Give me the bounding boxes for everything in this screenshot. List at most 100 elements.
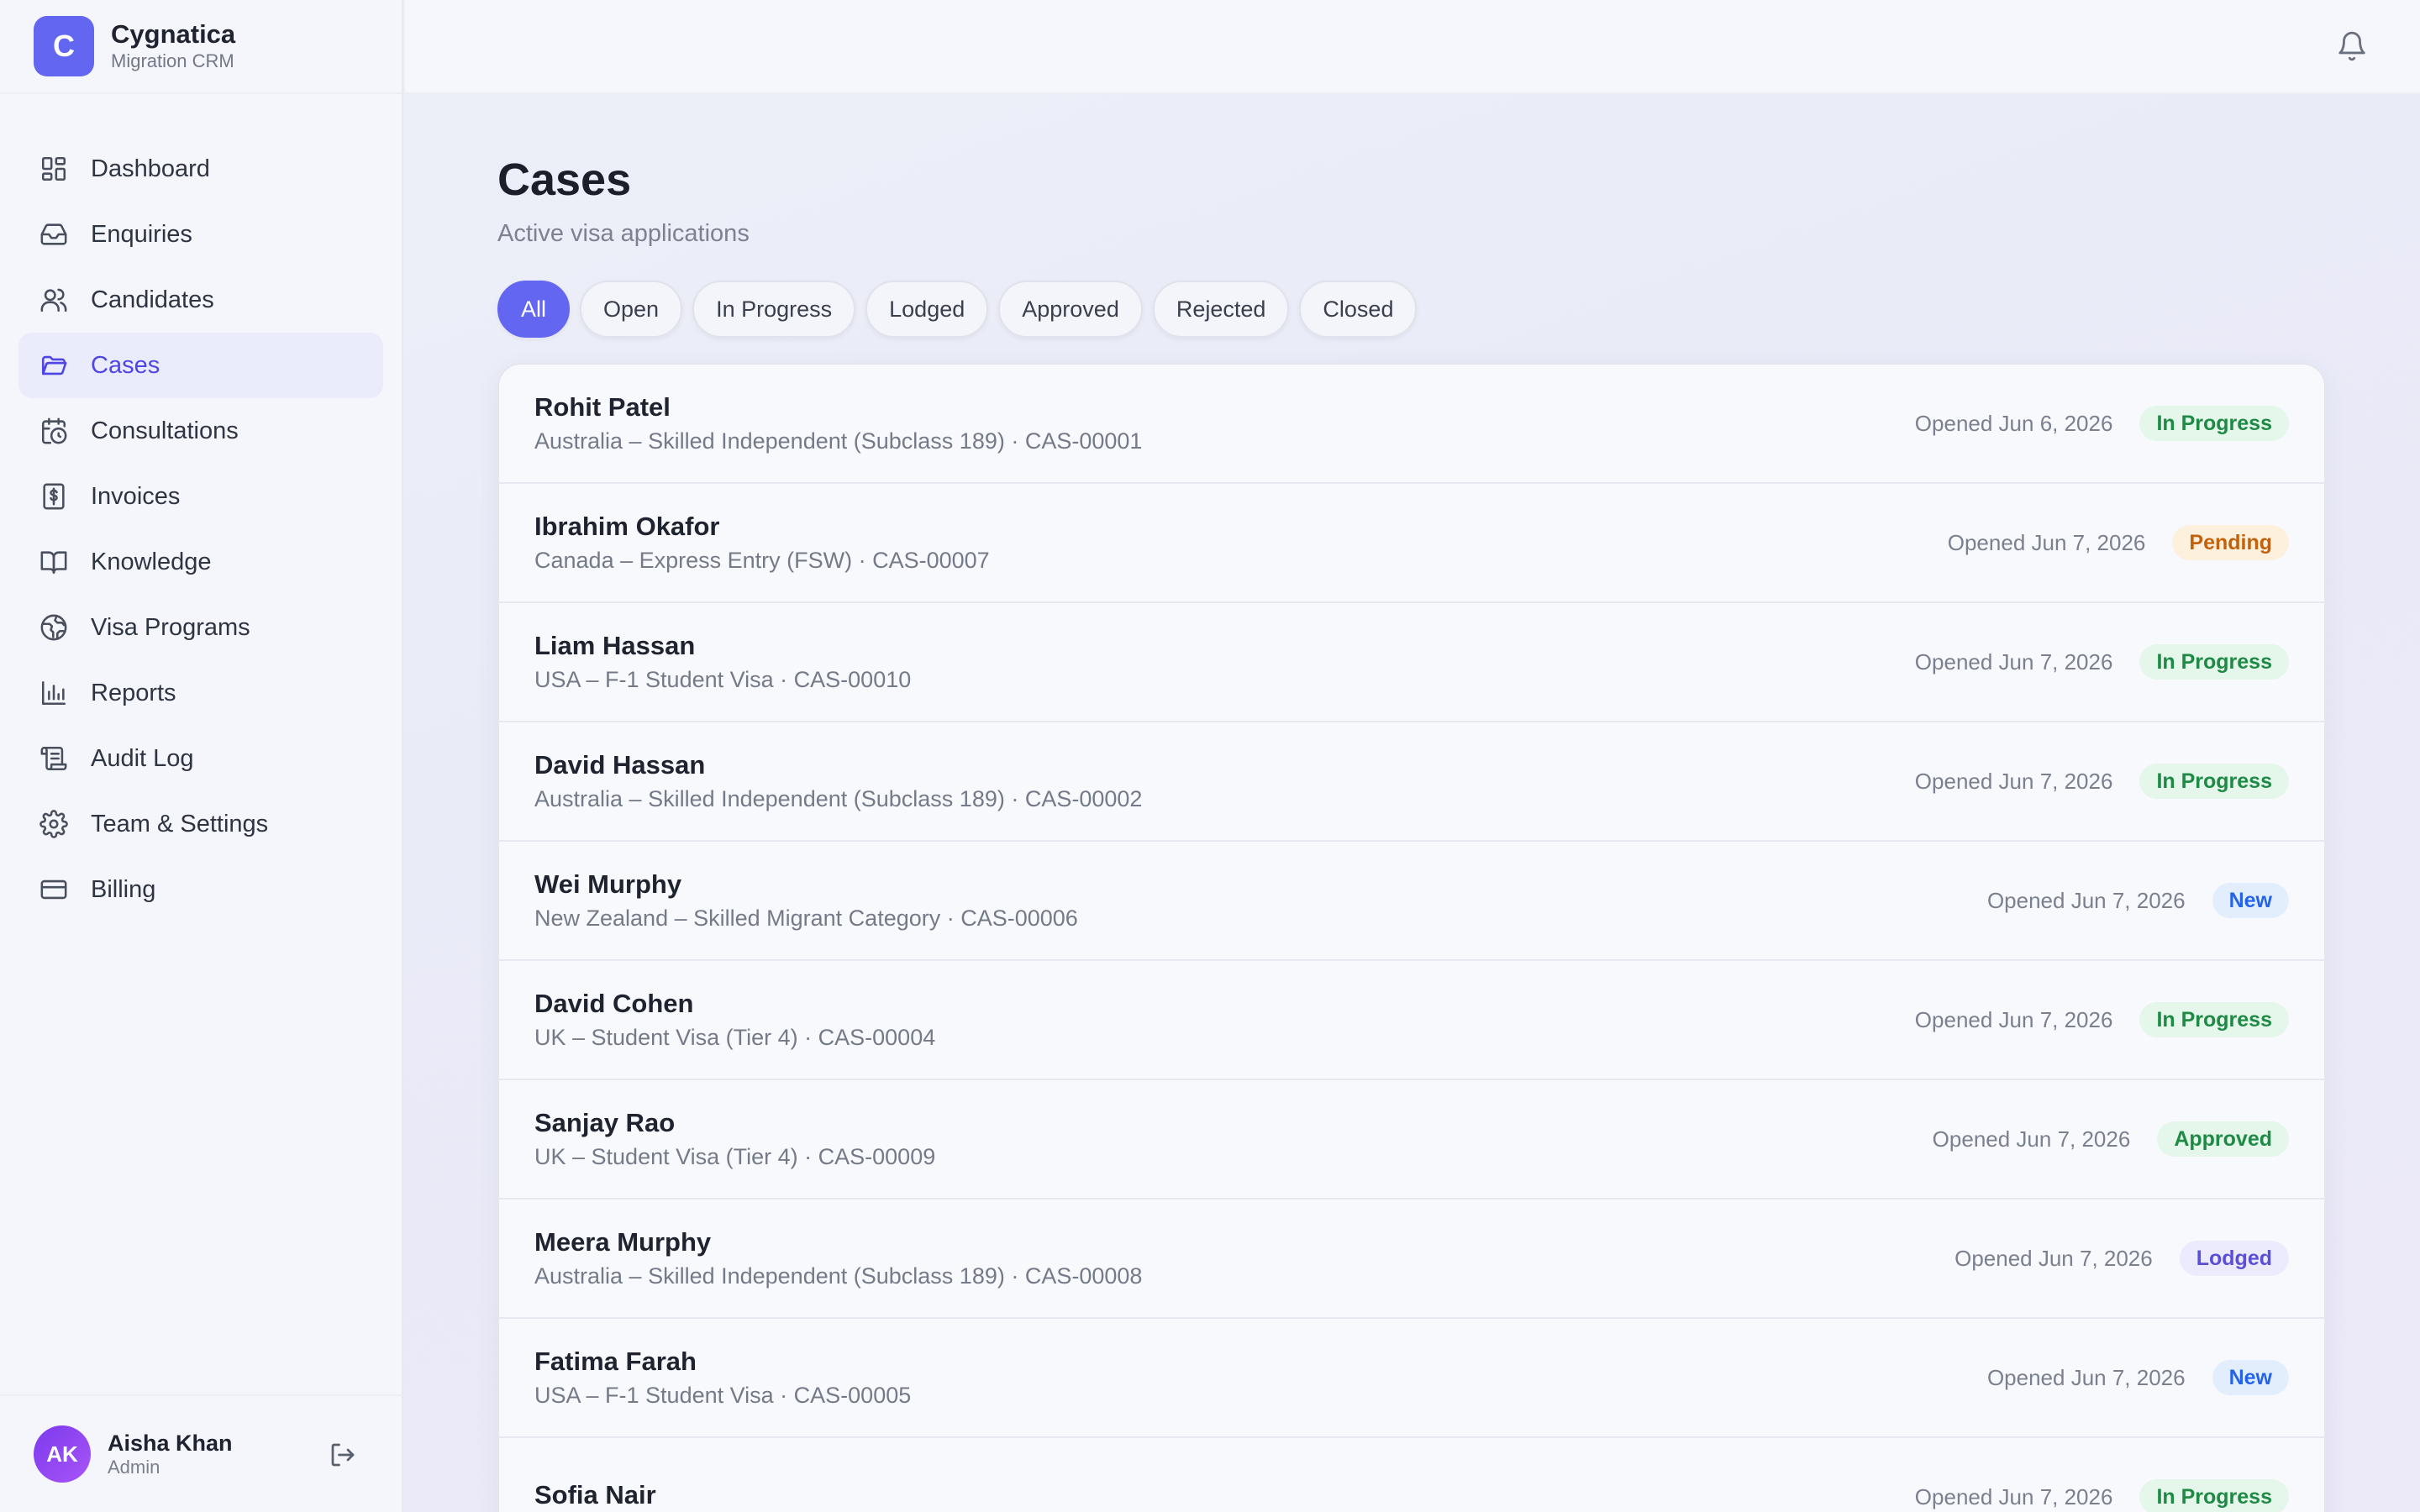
case-info: Ibrahim Okafor Canada – Express Entry (FS… [534,511,990,575]
sidebar-item-consultations[interactable]: Consultations [18,398,383,464]
status-badge: In Progress [2139,764,2289,799]
table-row[interactable]: Liam Hassan USA – F-1 Student Visa · CAS-… [499,603,2324,722]
case-description: USA – F-1 Student Visa · CAS-00005 [534,1383,912,1408]
table-row[interactable]: Ibrahim Okafor Canada – Express Entry (FS… [499,484,2324,603]
filter-all[interactable]: All [497,281,571,338]
brand[interactable]: C Cygnatica Migration CRM [0,0,402,94]
notifications-button[interactable] [2336,30,2370,64]
status-badge: New [2212,883,2289,918]
case-info: Rohit Patel Australia – Skilled Independe… [534,391,1142,455]
case-applicant-name: Ibrahim Okafor [534,512,720,541]
brand-logo: C [34,16,94,76]
case-meta: Opened Jun 7, 2026 In Progress [1915,764,2289,799]
receipt-icon [39,481,69,512]
sidebar-item-cases[interactable]: Cases [18,333,383,398]
sidebar-item-reports[interactable]: Reports [18,660,383,726]
case-description: Canada – Express Entry (FSW) · CAS-00007 [534,548,990,573]
calendar-clock-icon [39,416,69,446]
case-description: UK – Student Visa (Tier 4) · CAS-00004 [534,1025,936,1050]
logout-icon [331,1443,355,1467]
sidebar-item-label: Billing [91,875,156,903]
folder-icon [39,350,69,381]
case-description: New Zealand – Skilled Migrant Category ·… [534,906,1078,931]
bell-icon [2338,31,2365,61]
sidebar-nav: Dashboard Enquiries Candidates Cases Consult… [0,136,402,922]
filter-closed[interactable]: Closed [1299,281,1418,338]
status-badge: Approved [2157,1121,2289,1157]
sidebar-item-audit-log[interactable]: Audit Log [18,726,383,791]
case-meta: Opened Jun 7, 2026 New [1987,883,2289,918]
case-meta: Opened Jun 6, 2026 In Progress [1915,406,2289,441]
sidebar-item-visa-programs[interactable]: Visa Programs [18,595,383,660]
case-meta: Opened Jun 7, 2026 New [1987,1360,2289,1395]
brand-title: Cygnatica [111,19,236,49]
sidebar-item-label: Consultations [91,417,239,444]
case-opened-date: Opened Jun 7, 2026 [1947,529,2146,555]
sidebar-item-dashboard[interactable]: Dashboard [18,136,383,202]
filter-open[interactable]: Open [580,281,683,338]
case-description: Australia – Skilled Independent (Subclas… [534,786,1143,811]
table-row[interactable]: David Cohen UK – Student Visa (Tier 4) · … [499,961,2324,1080]
case-info: Sanjay Rao UK – Student Visa (Tier 4) · C… [534,1107,935,1171]
filter-in-progress[interactable]: In Progress [692,281,856,338]
sidebar-item-label: Cases [91,351,160,379]
case-meta: Opened Jun 7, 2026 Pending [1948,525,2289,560]
filter-lodged[interactable]: Lodged [865,281,989,338]
status-badge: In Progress [2139,644,2289,680]
filter-approved[interactable]: Approved [998,281,1143,338]
topbar [405,0,2420,94]
case-opened-date: Opened Jun 6, 2026 [1914,410,2113,436]
status-badge: New [2212,1360,2289,1395]
sidebar-item-label: Candidates [91,286,214,313]
brand-subtitle: Migration CRM [111,50,234,71]
case-info: Liam Hassan USA – F-1 Student Visa · CAS-… [534,630,911,694]
case-applicant-name: David Hassan [534,750,706,780]
case-description: Australia – Skilled Independent (Subclas… [534,1263,1143,1289]
table-row[interactable]: Meera Murphy Australia – Skilled Independ… [499,1200,2324,1319]
table-row[interactable]: Rohit Patel Australia – Skilled Independe… [499,365,2324,484]
sidebar-item-label: Visa Programs [91,613,250,641]
table-row[interactable]: David Hassan Australia – Skilled Independ… [499,722,2324,842]
case-opened-date: Opened Jun 7, 2026 [1914,648,2113,675]
main-content: Cases Active visa applications All Open In… [497,94,2326,1512]
table-row[interactable]: Sanjay Rao UK – Student Visa (Tier 4) · C… [499,1080,2324,1200]
user-name: Aisha Khan [108,1431,233,1456]
globe-icon [39,612,69,643]
case-opened-date: Opened Jun 7, 2026 [1914,1006,2113,1032]
case-opened-date: Opened Jun 7, 2026 [1914,768,2113,794]
sidebar-item-candidates[interactable]: Candidates [18,267,383,333]
status-badge: In Progress [2139,1002,2289,1037]
case-description: USA – F-1 Student Visa · CAS-00010 [534,667,912,692]
sidebar-item-enquiries[interactable]: Enquiries [18,202,383,267]
sidebar: C Cygnatica Migration CRM Dashboard Enqui… [0,0,403,1512]
book-icon [39,547,69,577]
logout-button[interactable] [328,1440,360,1472]
status-badge: In Progress [2139,406,2289,441]
user-role: Admin [108,1457,160,1478]
sidebar-item-label: Reports [91,679,176,706]
sidebar-item-label: Enquiries [91,220,192,248]
sidebar-item-knowledge[interactable]: Knowledge [18,529,383,595]
case-meta: Opened Jun 7, 2026 In Progress [1915,1479,2289,1512]
sidebar-item-invoices[interactable]: Invoices [18,464,383,529]
case-info: Sofia Nair [534,1479,656,1512]
case-applicant-name: Sanjay Rao [534,1108,676,1137]
status-filters: All Open In Progress Lodged Approved Rejected… [497,281,2326,338]
sidebar-item-label: Dashboard [91,155,210,182]
sidebar-item-label: Team & Settings [91,810,269,837]
table-row[interactable]: Fatima Farah USA – F-1 Student Visa · CAS… [499,1319,2324,1438]
filter-rejected[interactable]: Rejected [1152,281,1290,338]
table-row[interactable]: Wei Murphy New Zealand – Skilled Migrant … [499,842,2324,961]
case-applicant-name: Fatima Farah [534,1347,697,1376]
table-row[interactable]: Sofia Nair Opened Jun 7, 2026 In Progress [499,1438,2324,1512]
sidebar-item-label: Knowledge [91,548,212,575]
avatar[interactable]: AK [34,1425,91,1483]
status-badge: Lodged [2179,1241,2289,1276]
case-applicant-name: Wei Murphy [534,869,682,899]
sidebar-item-billing[interactable]: Billing [18,857,383,922]
page-subtitle: Active visa applications [497,220,750,247]
sidebar-item-team-and-settings[interactable]: Team & Settings [18,791,383,857]
case-applicant-name: Sofia Nair [534,1480,656,1509]
scroll-icon [39,743,69,774]
case-applicant-name: Liam Hassan [534,631,696,660]
